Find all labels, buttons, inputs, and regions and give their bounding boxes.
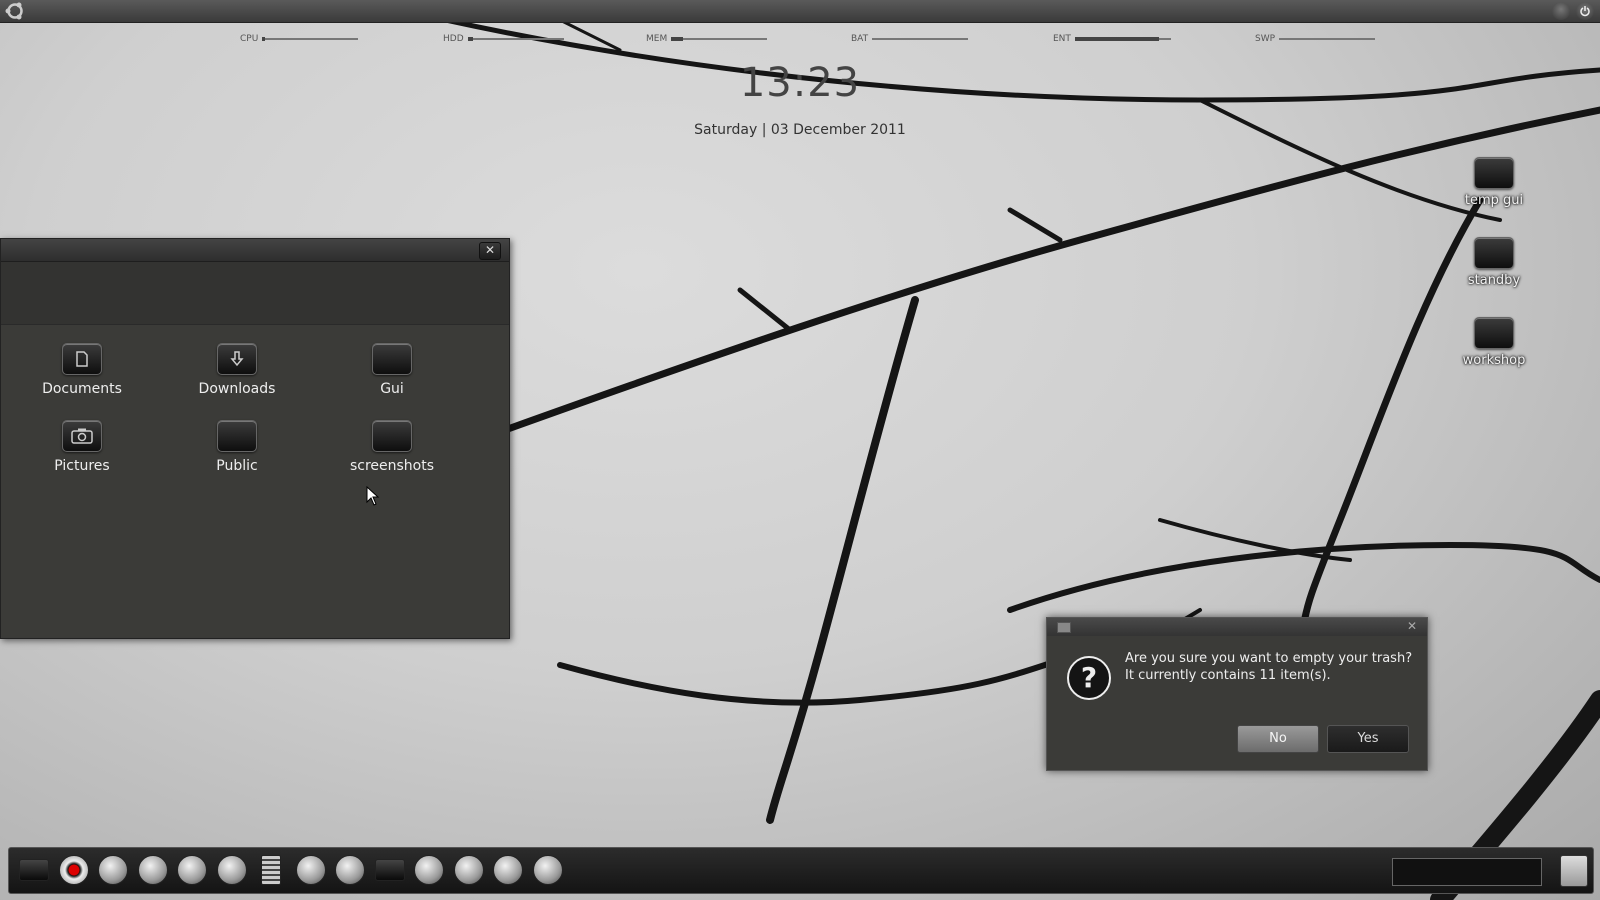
meter-label: BAT — [851, 34, 869, 44]
dock — [8, 847, 1594, 894]
meter-swp: SWP — [1255, 33, 1376, 45]
mouse-cursor-icon — [366, 486, 380, 506]
dialog-message: Are you sure you want to empty your tras… — [1125, 650, 1412, 684]
files-icon[interactable] — [18, 854, 50, 886]
browser-icon[interactable] — [97, 854, 129, 886]
folder-label: Documents — [42, 381, 122, 397]
folder-icon — [372, 343, 412, 375]
folder-icon — [372, 420, 412, 452]
file-manager-window: ✕ Documents Downloads Gui Pictures Publi… — [0, 238, 510, 639]
desktop-folder-temp-gui[interactable]: temp gui — [1449, 157, 1539, 208]
meter-cpu: CPU — [240, 33, 359, 45]
dialog-message-line: Are you sure you want to empty your tras… — [1125, 651, 1413, 666]
meter-label: MEM — [646, 34, 668, 44]
folder-item-pictures[interactable]: Pictures — [27, 420, 137, 474]
meter-hdd: HDD — [443, 33, 564, 45]
folder-icon — [1474, 317, 1514, 349]
folder-label: Public — [216, 458, 258, 474]
meter-label: CPU — [240, 34, 259, 44]
photo-icon[interactable] — [295, 854, 327, 886]
folder-item-downloads[interactable]: Downloads — [182, 343, 292, 397]
clock-date: Saturday | 03 December 2011 — [694, 122, 906, 138]
desktop-folder-standby[interactable]: standby — [1449, 237, 1539, 288]
folder-icon — [217, 420, 257, 452]
document-icon — [62, 343, 102, 375]
folder-item-screenshots[interactable]: screenshots — [337, 420, 447, 474]
power-icon[interactable] — [1576, 2, 1594, 20]
camera-icon[interactable] — [334, 854, 366, 886]
desktop-icon-label: workshop — [1462, 353, 1526, 368]
window-toolbar — [1, 262, 509, 325]
desktop-icon-label: temp gui — [1464, 193, 1524, 208]
folder-icon — [1474, 157, 1514, 189]
meter-label: SWP — [1255, 34, 1276, 44]
folder-item-documents[interactable]: Documents — [27, 343, 137, 397]
folder-icon — [1474, 237, 1514, 269]
desktop-folder-workshop[interactable]: workshop — [1449, 317, 1539, 368]
session-icon[interactable] — [1552, 2, 1570, 20]
eye-icon[interactable] — [492, 854, 524, 886]
dialog-titlebar[interactable]: ✕ — [1047, 618, 1427, 636]
camera-icon — [62, 420, 102, 452]
top-panel — [0, 0, 1600, 23]
folder-label: Pictures — [54, 458, 110, 474]
terminal-icon[interactable] — [374, 854, 406, 886]
close-button[interactable]: ✕ — [479, 242, 501, 260]
clock-time: 13:23 — [739, 60, 861, 106]
window-titlebar[interactable]: ✕ — [1, 239, 509, 262]
folder-item-gui[interactable]: Gui — [337, 343, 447, 397]
settings-icon[interactable] — [176, 854, 208, 886]
empty-trash-dialog: ✕ ? Are you sure you want to empty your … — [1046, 617, 1428, 771]
folder-label: screenshots — [349, 458, 435, 474]
record-icon[interactable] — [58, 854, 90, 886]
headphones-icon[interactable] — [137, 854, 169, 886]
question-icon: ? — [1067, 656, 1111, 700]
window-icon — [1057, 622, 1071, 633]
dialog-message-line: It currently contains 11 item(s). — [1125, 668, 1331, 683]
network-icon[interactable] — [413, 854, 445, 886]
gimp-icon[interactable] — [453, 854, 485, 886]
meter-mem: MEM — [646, 33, 768, 45]
download-icon — [217, 343, 257, 375]
meter-ent: ENT — [1053, 33, 1171, 45]
yes-button[interactable]: Yes — [1327, 725, 1409, 753]
home-icon[interactable] — [532, 854, 564, 886]
trash-icon[interactable] — [1560, 855, 1588, 887]
folder-label: Gui — [380, 381, 404, 397]
music-icon[interactable] — [216, 854, 248, 886]
desktop-icon-label: standby — [1467, 273, 1521, 288]
ubuntu-logo-icon[interactable] — [4, 1, 26, 21]
file-view: Documents Downloads Gui Pictures Public … — [1, 325, 509, 637]
meter-label: ENT — [1053, 34, 1071, 44]
folder-item-public[interactable]: Public — [182, 420, 292, 474]
meter-label: HDD — [443, 34, 464, 44]
workspace-switcher[interactable] — [1392, 858, 1542, 886]
no-button[interactable]: No — [1237, 725, 1319, 753]
calculator-icon[interactable] — [255, 854, 287, 886]
folder-label: Downloads — [198, 381, 276, 397]
meter-bat: BAT — [851, 33, 969, 45]
dialog-close-button[interactable]: ✕ — [1407, 619, 1417, 633]
